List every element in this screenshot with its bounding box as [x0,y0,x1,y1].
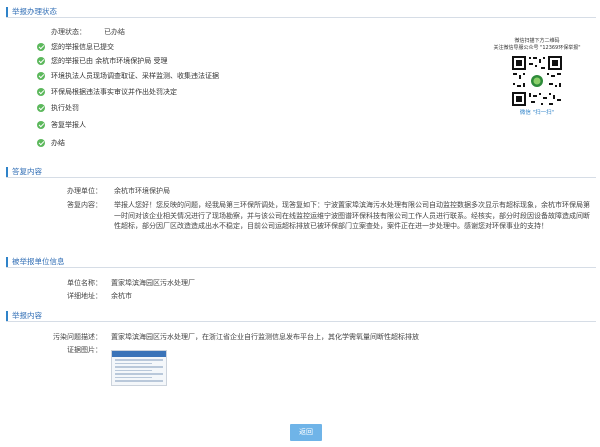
back-button[interactable]: 返回 [290,424,322,441]
section-title: 被举报单位信息 [12,257,65,266]
section-marker [6,311,8,321]
step-text: 您的举报信息已提交 [51,43,114,51]
section-content-header: 举报内容 [6,310,596,322]
thumbnail-line [115,373,163,375]
thumbnail-line [115,366,163,368]
step-text: 环保局根据违法事实审议并作出处罚决定 [51,88,177,96]
check-icon [37,72,45,80]
step-text: 您的举报已由 余杭市环境保护局 受理 [51,57,168,65]
step-text: 办结 [51,139,65,147]
check-icon [37,57,45,65]
step-text: 答复举报人 [51,121,86,129]
reported-address-value: 余杭市 [111,292,132,300]
check-icon [37,104,45,112]
reported-name-label: 单位名称： [67,279,102,287]
section-marker [6,167,8,177]
reply-content-text: 举报人您好！您反映的问题，经我局第三环保所调处，现答复如下：宁波置家埠滨海污水处… [114,201,590,230]
reply-content-label: 答复内容： [67,201,102,209]
qr-code [511,55,563,107]
section-marker [6,257,8,267]
qr-panel: 微信扫描下方二维码 关注微信导服公众号 "12369环保举报" 微信 "扫一扫" [487,38,587,117]
step-text: 执行处罚 [51,104,79,112]
reported-name-value: 置家埠滨海园区污水处理厂 [111,279,195,287]
qr-footer: 微信 "扫一扫" [519,110,555,116]
check-icon [37,139,45,147]
thumbnail-line [115,362,152,364]
reply-unit-label: 办理单位： [67,187,102,195]
check-icon [37,121,45,129]
qr-caption-line1: 微信扫描下方二维码 [514,38,560,44]
evidence-label: 证据图片： [67,346,102,354]
section-marker [6,7,8,17]
section-title: 答复内容 [12,167,42,176]
section-status-header: 举报办理状态 [6,6,596,18]
thumbnail-line [115,369,152,371]
step-text: 环境执法人员现场调查取证、采样监测、收集违法证据 [51,72,219,80]
thumbnail-line [115,376,152,378]
evidence-thumbnail[interactable] [111,350,167,386]
check-icon [37,43,45,51]
section-reported-header: 被举报单位信息 [6,256,596,268]
status-label: 办理状态： [51,28,86,36]
qr-code-icon [511,55,563,107]
issue-label: 污染问题描述： [53,333,102,341]
reported-address-label: 详细地址： [67,292,102,300]
section-reply-header: 答复内容 [6,166,596,178]
qr-caption-line2: 关注微信导服公众号 "12369环保举报" [493,45,581,51]
section-title: 举报内容 [12,311,42,320]
thumbnail-line [115,380,163,382]
thumbnail-header [112,351,166,357]
section-title: 举报办理状态 [12,7,57,16]
thumbnail-line [115,359,163,361]
check-icon [37,88,45,96]
status-value: 已办结 [104,28,125,36]
issue-value: 置家埠滨海园区污水处理厂，在浙江省企业自行监测信息发布平台上，其化学需氧量间断性… [111,333,419,341]
reply-unit-value: 余杭市环境保护局 [114,187,170,195]
